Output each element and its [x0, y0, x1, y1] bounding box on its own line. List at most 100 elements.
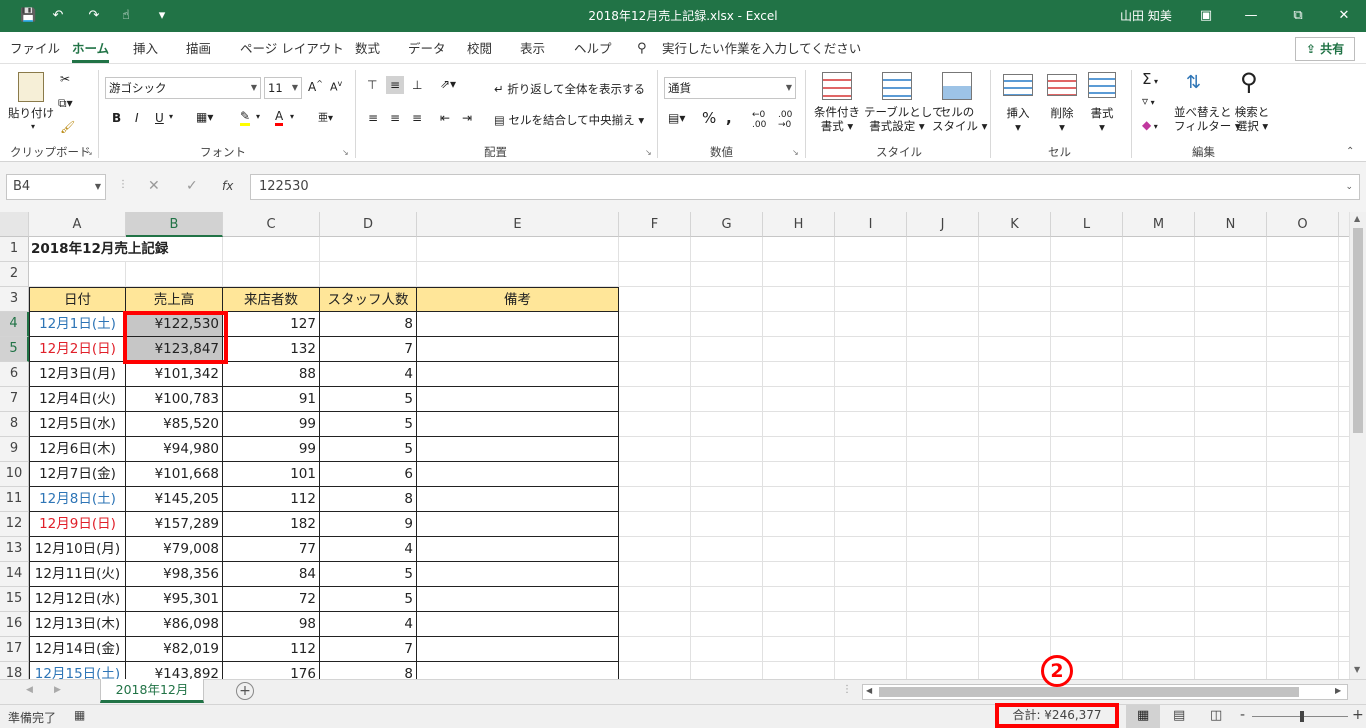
percent-style-icon[interactable]: % — [702, 109, 716, 127]
row-header[interactable]: 3 — [0, 287, 29, 312]
number-format-combo[interactable]: 通貨 ▼ — [664, 77, 796, 99]
format-cells-icon[interactable] — [1088, 72, 1116, 98]
grid-cell[interactable] — [979, 412, 1051, 437]
grid-cell[interactable] — [1123, 262, 1195, 287]
vertical-scrollbar[interactable]: ▲ ▼ — [1349, 212, 1366, 679]
grid-cell[interactable] — [979, 612, 1051, 637]
grid-cell[interactable] — [907, 262, 979, 287]
grid-cell[interactable] — [979, 312, 1051, 337]
grid-cell[interactable] — [1195, 362, 1267, 387]
grid-cell[interactable] — [1123, 437, 1195, 462]
col-header-j[interactable]: J — [907, 212, 979, 237]
grid-cell[interactable] — [1051, 487, 1123, 512]
grid-cell[interactable] — [1051, 437, 1123, 462]
format-cells-button[interactable]: 書式 ▾ — [1082, 106, 1122, 134]
table-header-cell[interactable]: 日付 — [29, 287, 126, 312]
row-header[interactable]: 5 — [0, 337, 29, 362]
grid-cell[interactable] — [1123, 637, 1195, 662]
grid-cell[interactable] — [907, 537, 979, 562]
grid-cell[interactable] — [763, 512, 835, 537]
table-cell[interactable]: 98 — [223, 612, 320, 637]
grid-cell[interactable] — [835, 237, 907, 262]
zoom-slider-thumb[interactable] — [1300, 711, 1304, 722]
fill-color-icon[interactable]: ✎ — [240, 109, 251, 126]
table-cell[interactable]: 101 — [223, 462, 320, 487]
font-size-combo[interactable]: 11 ▼ — [264, 77, 302, 99]
grid-cell[interactable] — [691, 237, 763, 262]
insert-cells-button[interactable]: 挿入 ▾ — [998, 106, 1038, 134]
grid-cell[interactable] — [691, 662, 763, 679]
table-cell[interactable]: 99 — [223, 412, 320, 437]
scroll-down-icon[interactable]: ▼ — [1354, 665, 1360, 674]
grid-cell[interactable] — [1051, 587, 1123, 612]
grid-cell[interactable] — [1267, 437, 1339, 462]
grid-cell[interactable] — [1051, 312, 1123, 337]
table-cell[interactable]: 112 — [223, 637, 320, 662]
grid-cell[interactable] — [1339, 312, 1349, 337]
grid-cell[interactable] — [29, 262, 126, 287]
col-header-c[interactable]: C — [223, 212, 320, 237]
insert-function-icon[interactable]: fx — [222, 179, 233, 193]
cell-styles-icon[interactable] — [942, 72, 972, 100]
paste-icon[interactable] — [18, 72, 44, 102]
align-bottom-icon[interactable]: ⊥ — [412, 78, 422, 92]
row-header[interactable]: 9 — [0, 437, 29, 462]
table-cell[interactable]: 12月5日(水) — [29, 412, 126, 437]
row-header[interactable]: 8 — [0, 412, 29, 437]
table-cell[interactable] — [417, 612, 619, 637]
increase-indent-icon[interactable]: ⇥ — [462, 111, 472, 125]
grid-cell[interactable] — [835, 637, 907, 662]
table-header-cell[interactable]: 来店者数 — [223, 287, 320, 312]
grid-cell[interactable] — [1051, 412, 1123, 437]
grid-cell[interactable] — [1195, 587, 1267, 612]
grid-cell[interactable] — [1339, 537, 1349, 562]
normal-view-button[interactable]: ▦ — [1126, 705, 1160, 728]
grid-cell[interactable] — [1123, 662, 1195, 679]
col-header-g[interactable]: G — [691, 212, 763, 237]
table-cell[interactable] — [417, 362, 619, 387]
row-header[interactable]: 2 — [0, 262, 29, 287]
table-cell[interactable]: 8 — [320, 487, 417, 512]
table-cell[interactable]: 12月3日(月) — [29, 362, 126, 387]
grid-cell[interactable] — [979, 637, 1051, 662]
grid-cell[interactable] — [1339, 662, 1349, 679]
share-button[interactable]: ⇪ 共有 — [1295, 37, 1355, 61]
grid-cell[interactable] — [1051, 362, 1123, 387]
grid-cell[interactable] — [979, 562, 1051, 587]
zoom-out-icon[interactable]: - — [1240, 707, 1245, 723]
table-cell[interactable] — [417, 437, 619, 462]
grid-cell[interactable] — [1339, 262, 1349, 287]
grid-cell[interactable] — [979, 262, 1051, 287]
grid-cell[interactable] — [763, 612, 835, 637]
grid-cell[interactable] — [1123, 562, 1195, 587]
grid-cell[interactable] — [763, 237, 835, 262]
table-cell[interactable]: ¥79,008 — [126, 537, 223, 562]
copy-icon[interactable]: ⧉▾ — [58, 96, 73, 111]
grid-cell[interactable] — [1195, 562, 1267, 587]
grid-cell[interactable] — [1195, 487, 1267, 512]
grid-cell[interactable] — [1195, 437, 1267, 462]
table-header-cell[interactable]: 売上高 — [126, 287, 223, 312]
grid-cell[interactable] — [691, 637, 763, 662]
table-cell[interactable] — [417, 412, 619, 437]
table-cell[interactable]: 182 — [223, 512, 320, 537]
grid-cell[interactable] — [979, 437, 1051, 462]
tab-draw[interactable]: 描画 — [186, 32, 211, 63]
grid-cell[interactable] — [1339, 337, 1349, 362]
grid-cell[interactable] — [835, 337, 907, 362]
col-header-l[interactable]: L — [1051, 212, 1123, 237]
grid-cell[interactable] — [763, 587, 835, 612]
grid-cell[interactable] — [1051, 287, 1123, 312]
grid-cell[interactable] — [1267, 512, 1339, 537]
font-color-icon[interactable]: A — [275, 109, 284, 126]
grid-cell[interactable] — [619, 462, 691, 487]
table-cell[interactable]: 127 — [223, 312, 320, 337]
grid-cell[interactable] — [619, 562, 691, 587]
tab-view[interactable]: 表示 — [520, 32, 545, 63]
font-launcher-icon[interactable]: ↘ — [342, 148, 349, 157]
format-painter-icon[interactable]: 🖌 — [60, 120, 75, 134]
align-left-icon[interactable]: ≡ — [368, 111, 378, 125]
font-name-combo[interactable]: 游ゴシック ▼ — [105, 77, 261, 99]
grid-cell[interactable] — [691, 587, 763, 612]
add-sheet-icon[interactable]: + — [236, 682, 254, 700]
